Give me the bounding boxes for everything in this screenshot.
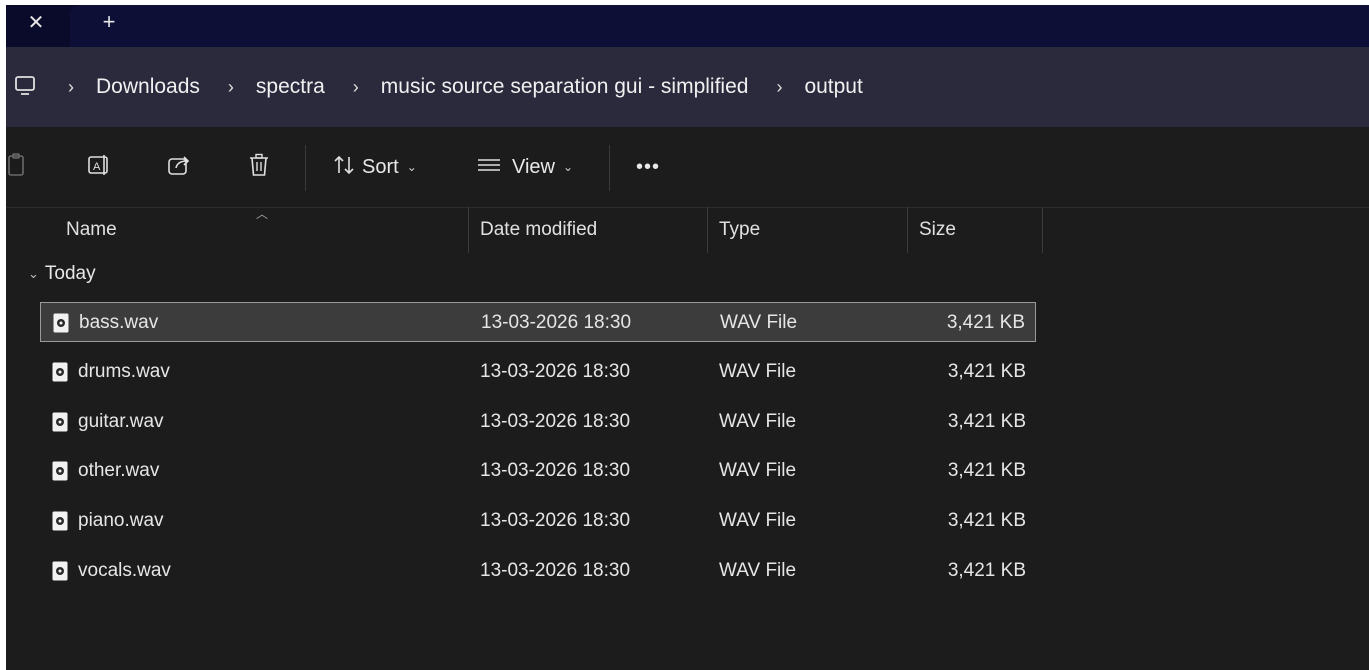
file-name-cell: bass.wav — [53, 303, 158, 343]
file-name: piano.wav — [78, 510, 164, 531]
file-size: 3,421 KB — [946, 312, 1025, 333]
breadcrumb-music-source-separation[interactable]: music source separation gui - simplified — [381, 75, 749, 99]
sort-label: Sort — [362, 155, 399, 178]
command-bar: A Sort ⌄ View ⌄ ••• — [6, 127, 1369, 208]
file-name-cell: piano.wav — [52, 501, 164, 541]
trash-icon — [246, 152, 272, 183]
group-header-today[interactable]: ⌄ Today — [28, 263, 96, 285]
file-date-modified: 13-03-2026 18:30 — [480, 460, 631, 481]
address-bar: › Downloads › spectra › music source sep… — [6, 47, 1369, 127]
file-date-modified: 13-03-2026 18:30 — [481, 312, 632, 333]
breadcrumb-separator[interactable]: › — [68, 77, 74, 98]
column-resize-handle[interactable] — [907, 207, 908, 253]
file-explorer-window: ✕ + › Downloads › spectra › music source… — [6, 5, 1369, 670]
column-header-row: ︿ Name Date modified Type Size — [6, 207, 1369, 253]
file-row[interactable]: other.wav 13-03-2026 18:30 WAV File 3,42… — [40, 451, 1036, 491]
chevron-down-icon: ⌄ — [406, 160, 417, 174]
rename-button[interactable]: A — [86, 147, 112, 187]
column-header-size[interactable]: Size — [919, 207, 956, 253]
audio-file-icon — [52, 461, 68, 481]
sort-ascending-icon: ︿ — [256, 207, 269, 221]
svg-text:A: A — [93, 161, 101, 173]
audio-file-icon — [52, 362, 68, 382]
audio-file-icon — [52, 561, 68, 581]
breadcrumb-separator[interactable]: › — [776, 77, 782, 98]
toolbar-divider — [305, 145, 306, 191]
view-label: View — [512, 155, 555, 178]
audio-file-icon — [53, 313, 69, 333]
file-size: 3,421 KB — [947, 460, 1026, 481]
file-row[interactable]: vocals.wav 13-03-2026 18:30 WAV File 3,4… — [40, 551, 1036, 591]
close-tab-button[interactable]: ✕ — [14, 5, 58, 39]
file-name: drums.wav — [78, 361, 170, 382]
file-size: 3,421 KB — [947, 361, 1026, 382]
group-label: Today — [44, 263, 96, 284]
file-date-modified: 13-03-2026 18:30 — [480, 361, 631, 382]
column-resize-handle[interactable] — [468, 207, 469, 253]
column-header-type[interactable]: Type — [719, 207, 760, 253]
file-date-modified: 13-03-2026 18:30 — [480, 560, 631, 581]
audio-file-icon — [52, 412, 68, 432]
rename-icon: A — [86, 152, 112, 183]
file-row[interactable]: guitar.wav 13-03-2026 18:30 WAV File 3,4… — [40, 402, 1036, 442]
tab-bar: ✕ + — [6, 5, 1369, 47]
breadcrumb-downloads[interactable]: Downloads — [96, 75, 200, 99]
file-row[interactable]: drums.wav 13-03-2026 18:30 WAV File 3,42… — [40, 352, 1036, 392]
file-size: 3,421 KB — [947, 560, 1026, 581]
file-type: WAV File — [719, 510, 797, 531]
column-resize-handle[interactable] — [1042, 207, 1043, 253]
column-header-name[interactable]: Name — [66, 207, 117, 253]
view-button[interactable]: View ⌄ — [476, 147, 573, 187]
toolbar-divider — [609, 145, 610, 191]
file-type: WAV File — [719, 460, 797, 481]
breadcrumb-spectra[interactable]: spectra — [256, 75, 325, 99]
sort-button[interactable]: Sort ⌄ — [332, 147, 417, 187]
sort-icon — [332, 154, 356, 181]
breadcrumb: › Downloads › spectra › music source sep… — [68, 47, 891, 127]
file-type: WAV File — [719, 411, 797, 432]
file-date-modified: 13-03-2026 18:30 — [480, 411, 631, 432]
file-name-cell: vocals.wav — [52, 551, 171, 591]
file-row[interactable]: bass.wav 13-03-2026 18:30 WAV File 3,421… — [40, 302, 1036, 342]
this-pc-icon[interactable] — [14, 75, 36, 102]
paste-icon — [6, 152, 28, 183]
file-size: 3,421 KB — [947, 510, 1026, 531]
breadcrumb-output[interactable]: output — [804, 75, 862, 99]
file-date-modified: 13-03-2026 18:30 — [480, 510, 631, 531]
share-button[interactable] — [166, 147, 192, 187]
breadcrumb-separator[interactable]: › — [228, 77, 234, 98]
file-name: guitar.wav — [78, 411, 164, 432]
column-header-date-modified[interactable]: Date modified — [480, 207, 597, 253]
chevron-down-icon: ⌄ — [28, 266, 39, 281]
view-list-icon — [476, 155, 502, 180]
more-options-button[interactable]: ••• — [636, 147, 660, 187]
file-type: WAV File — [720, 312, 798, 333]
paste-button[interactable] — [6, 147, 28, 187]
column-resize-handle[interactable] — [707, 207, 708, 253]
new-tab-button[interactable]: + — [92, 5, 126, 39]
file-name: bass.wav — [79, 312, 159, 333]
file-type: WAV File — [719, 361, 797, 382]
file-name-cell: guitar.wav — [52, 402, 164, 442]
delete-button[interactable] — [246, 147, 272, 187]
chevron-down-icon: ⌄ — [563, 160, 574, 174]
file-name: other.wav — [78, 460, 160, 481]
file-row[interactable]: piano.wav 13-03-2026 18:30 WAV File 3,42… — [40, 501, 1036, 541]
audio-file-icon — [52, 511, 68, 531]
file-size: 3,421 KB — [947, 411, 1026, 432]
file-name: vocals.wav — [78, 560, 171, 581]
tab-strip — [70, 5, 1369, 47]
file-name-cell: drums.wav — [52, 352, 170, 392]
breadcrumb-separator[interactable]: › — [353, 77, 359, 98]
share-icon — [166, 152, 192, 183]
file-type: WAV File — [719, 560, 797, 581]
file-name-cell: other.wav — [52, 451, 159, 491]
